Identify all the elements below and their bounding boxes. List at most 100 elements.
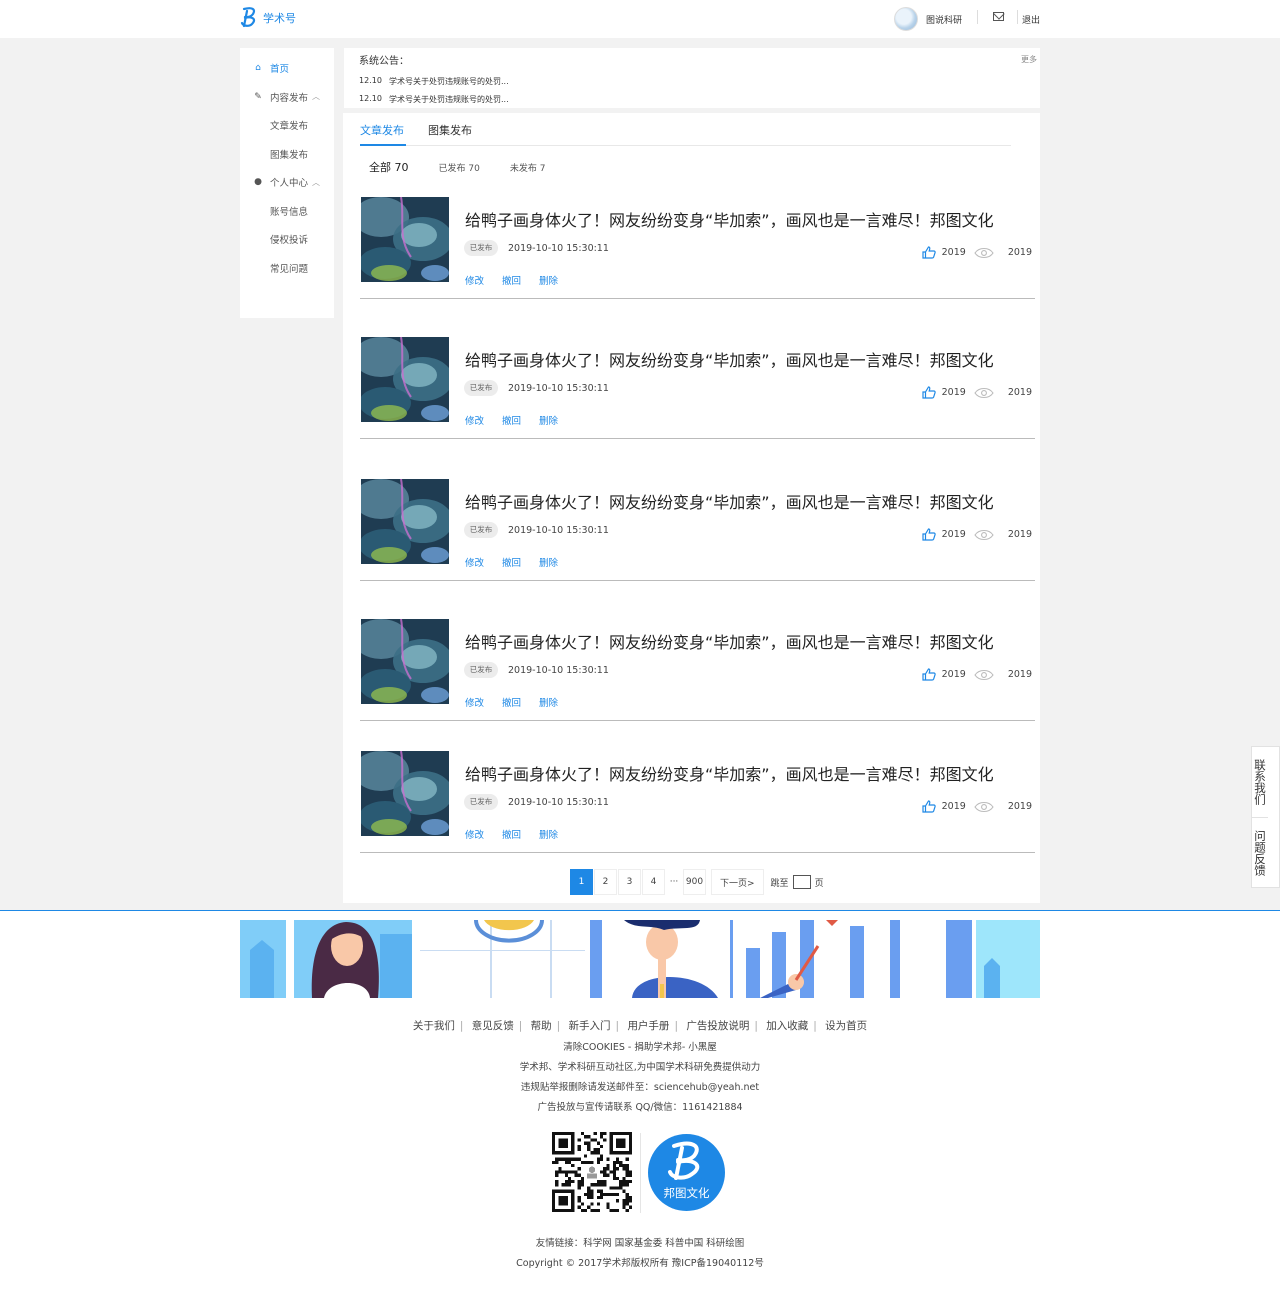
view-count: 2019 <box>1007 801 1032 812</box>
user-menu[interactable]: 图说科研 <box>893 7 962 31</box>
footer-link-beginner[interactable]: 新手入门 <box>569 1020 611 1032</box>
sidebar-item-personal-center[interactable]: ● 个人中心 ︿ <box>240 168 334 197</box>
article-thumbnail[interactable] <box>361 197 449 282</box>
status-badge: 已发布 <box>464 240 498 256</box>
revoke-link[interactable]: 撤回 <box>502 827 521 841</box>
main-panel: 文章发布 图集发布 全部 70 已发布 70 未发布 7 给鸭子画身体火了！网友… <box>343 113 1040 903</box>
delete-link[interactable]: 删除 <box>539 273 558 287</box>
eye-icon <box>974 669 994 680</box>
delete-link[interactable]: 删除 <box>539 555 558 569</box>
article-thumbnail[interactable] <box>361 479 449 564</box>
article-thumbnail[interactable] <box>361 751 449 836</box>
sidebar-item-content-publish[interactable]: ✎ 内容发布 ︿ <box>240 83 334 112</box>
eye-icon <box>974 247 994 258</box>
edit-link[interactable]: 修改 <box>465 695 484 709</box>
like-count: 2019 <box>941 801 966 812</box>
feedback-button[interactable]: 问题反馈 <box>1252 817 1268 887</box>
like-count: 2019 <box>941 669 966 680</box>
article-row: 给鸭子画身体火了！网友纷纷变身“毕加索”，画风也是一言难尽！邦图文化 已发布 2… <box>360 331 1035 439</box>
article-stats: 2019 2019 <box>922 386 1032 399</box>
revoke-link[interactable]: 撤回 <box>502 413 521 427</box>
article-thumbnail[interactable] <box>361 337 449 422</box>
tab-gallery-publish[interactable]: 图集发布 <box>428 113 472 146</box>
article-title[interactable]: 给鸭子画身体火了！网友纷纷变身“毕加索”，画风也是一言难尽！邦图文化 <box>465 347 994 371</box>
article-title[interactable]: 给鸭子画身体火了！网友纷纷变身“毕加索”，画风也是一言难尽！邦图文化 <box>465 629 994 653</box>
filter-published[interactable]: 已发布 70 <box>439 161 480 174</box>
page-button[interactable]: 2 <box>594 869 617 895</box>
status-badge: 已发布 <box>464 662 498 678</box>
article-title[interactable]: 给鸭子画身体火了！网友纷纷变身“毕加索”，画风也是一言难尽！邦图文化 <box>465 489 994 513</box>
footer-link-feedback[interactable]: 意见反馈 <box>472 1020 514 1032</box>
article-thumbnail[interactable] <box>361 619 449 704</box>
page-jump-input[interactable] <box>792 875 811 889</box>
sidebar-item-label: 首页 <box>270 64 290 76</box>
page-button[interactable]: 1 <box>570 869 593 895</box>
edit-link[interactable]: 修改 <box>465 827 484 841</box>
sidebar-item-faq[interactable]: 常见问题 <box>240 254 334 283</box>
mail-icon[interactable] <box>993 12 1004 21</box>
friend-links[interactable]: 友情链接：科学网 国家基金委 科普中国 科研绘图 <box>0 1235 1280 1249</box>
footer-link-bookmark[interactable]: 加入收藏 <box>766 1020 808 1032</box>
sidebar-item-infringement[interactable]: 侵权投诉 <box>240 225 334 254</box>
revoke-link[interactable]: 撤回 <box>502 273 521 287</box>
sidebar: ⌂ 首页 ✎ 内容发布 ︿ 文章发布 图集发布 ● 个人中心 ︿ 账号信息 侵权… <box>240 48 334 318</box>
article-row: 给鸭子画身体火了！网友纷纷变身“毕加索”，画风也是一言难尽！邦图文化 已发布 2… <box>360 191 1035 299</box>
edit-link[interactable]: 修改 <box>465 413 484 427</box>
contact-us-button[interactable]: 联系我们 <box>1252 747 1268 817</box>
notice-item[interactable]: 12.10 学术号关于处罚违规账号的处罚... <box>359 94 1025 105</box>
page-button-last[interactable]: 900 <box>683 869 706 895</box>
footer-banner-illustration <box>240 920 1040 998</box>
article-date: 2019-10-10 15:30:11 <box>508 665 609 676</box>
notice-label: 系统公告： <box>359 56 409 67</box>
delete-link[interactable]: 删除 <box>539 413 558 427</box>
next-page-button[interactable]: 下一页> <box>711 869 764 895</box>
notice-more-link[interactable]: 更多 <box>1021 54 1037 65</box>
revoke-link[interactable]: 撤回 <box>502 555 521 569</box>
delete-link[interactable]: 删除 <box>539 695 558 709</box>
filter-all[interactable]: 全部 70 <box>369 159 409 175</box>
sidebar-item-label: 常见问题 <box>270 263 309 275</box>
footer-link-manual[interactable]: 用户手册 <box>627 1020 669 1032</box>
view-count: 2019 <box>1007 669 1032 680</box>
avatar <box>893 7 918 31</box>
sidebar-item-home[interactable]: ⌂ 首页 <box>240 54 334 83</box>
tab-article-publish[interactable]: 文章发布 <box>360 113 406 146</box>
delete-link[interactable]: 删除 <box>539 827 558 841</box>
page-button[interactable]: 3 <box>618 869 641 895</box>
sidebar-item-article-publish[interactable]: 文章发布 <box>240 111 334 140</box>
footer-link-help[interactable]: 帮助 <box>531 1020 552 1032</box>
footer-line-description: 学术邦、学术科研互动社区,为中国学术科研免费提供动力 <box>519 1062 761 1073</box>
system-notice: 系统公告： 更多 12.10 学术号关于处罚违规账号的处罚... 12.10 学… <box>344 48 1040 108</box>
page-button[interactable]: 4 <box>642 869 665 895</box>
username: 图说科研 <box>925 15 962 26</box>
revoke-link[interactable]: 撤回 <box>502 695 521 709</box>
eye-icon <box>974 387 994 398</box>
logout-link[interactable]: 退出 <box>1022 13 1040 26</box>
article-stats: 2019 2019 <box>922 668 1032 681</box>
article-actions: 修改 撤回 删除 <box>465 695 576 709</box>
content-wrap: ⌂ 首页 ✎ 内容发布 ︿ 文章发布 图集发布 ● 个人中心 ︿ 账号信息 侵权… <box>240 38 1040 910</box>
notice-item[interactable]: 12.10 学术号关于处罚违规账号的处罚... <box>359 76 1025 87</box>
status-badge: 已发布 <box>464 794 498 810</box>
pagination: 1 2 3 4 ··· 900 下一页> 跳至 页 <box>570 869 824 895</box>
footer-line-report: 违规贴举报删除请发送邮件至：sciencehub@yeah.net <box>520 1082 760 1093</box>
edit-link[interactable]: 修改 <box>465 273 484 287</box>
view-count: 2019 <box>1007 387 1032 398</box>
brand-logo-icon <box>240 7 256 28</box>
sidebar-item-label: 文章发布 <box>270 121 309 133</box>
article-title[interactable]: 给鸭子画身体火了！网友纷纷变身“毕加索”，画风也是一言难尽！邦图文化 <box>465 761 994 785</box>
footer-link-homepage[interactable]: 设为首页 <box>825 1020 867 1032</box>
top-bar: 学术号 图说科研 退出 <box>0 0 1280 38</box>
filter-unpublished[interactable]: 未发布 7 <box>510 161 546 174</box>
footer-link-about[interactable]: 关于我们 <box>413 1020 455 1032</box>
brand-logo[interactable]: 学术号 <box>240 6 296 30</box>
footer-line-contact: 广告投放与宣传请联系 QQ/微信：1161421884 <box>537 1102 743 1113</box>
like-count: 2019 <box>941 529 966 540</box>
article-title[interactable]: 给鸭子画身体火了！网友纷纷变身“毕加索”，画风也是一言难尽！邦图文化 <box>465 207 994 231</box>
sidebar-item-label: 图集发布 <box>270 149 309 161</box>
sidebar-item-gallery-publish[interactable]: 图集发布 <box>240 140 334 169</box>
view-count: 2019 <box>1007 529 1032 540</box>
edit-link[interactable]: 修改 <box>465 555 484 569</box>
sidebar-item-account-info[interactable]: 账号信息 <box>240 197 334 226</box>
footer-link-ads[interactable]: 广告投放说明 <box>686 1020 749 1032</box>
